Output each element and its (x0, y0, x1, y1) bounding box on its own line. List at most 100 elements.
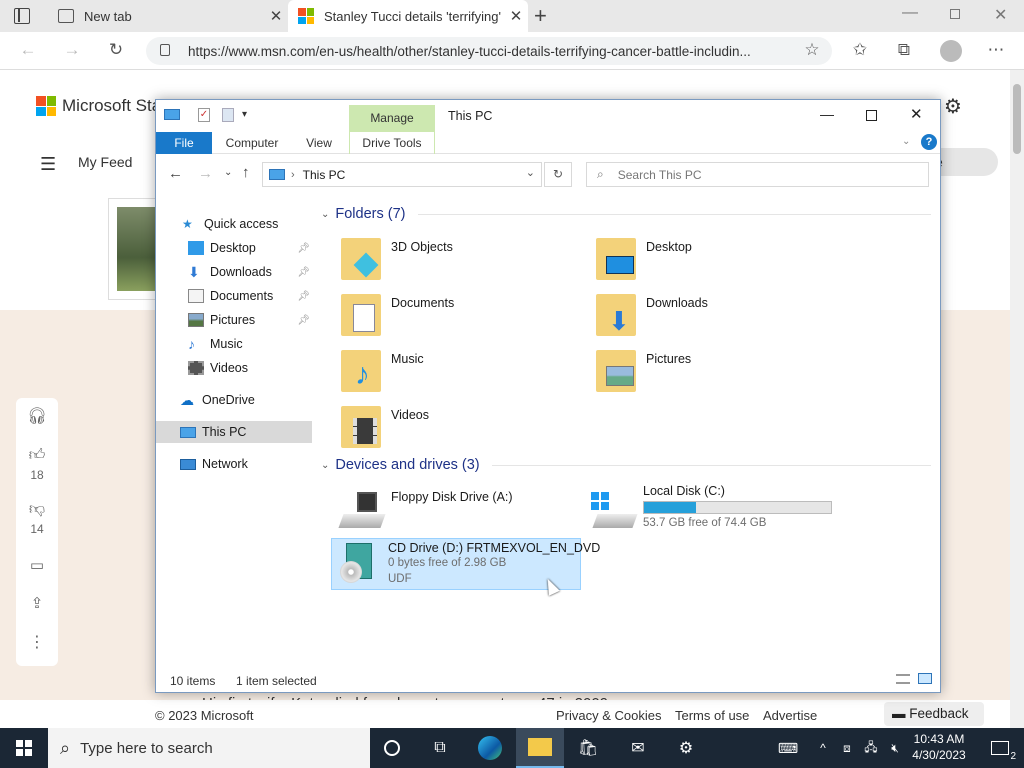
back-icon[interactable]: ← (168, 165, 183, 182)
folder-videos[interactable]: Videos (331, 404, 571, 456)
tab-file[interactable]: File (156, 132, 212, 154)
close-window-icon[interactable]: ✕ (994, 5, 1007, 25)
help-icon[interactable]: ? (921, 134, 937, 150)
tiles-view-icon[interactable] (918, 673, 932, 684)
start-button[interactable] (0, 728, 48, 768)
folder-3d-objects[interactable]: 3D Objects (331, 236, 571, 288)
tray-app-icon[interactable]: ⧈ (834, 728, 860, 768)
close-icon[interactable]: ✕ (910, 105, 923, 123)
quick-access-dropdown-icon[interactable]: ▾ (242, 109, 247, 120)
taskbar-search-box[interactable]: ⌕ Type here to search (48, 728, 370, 768)
feedback-button[interactable]: ▬ Feedback (884, 702, 984, 726)
nav-documents[interactable]: Documents 📌︎ (156, 285, 316, 307)
favorites-icon[interactable]: ✩ (848, 40, 872, 62)
clock[interactable]: 10:43 AM 4/30/2023 (908, 731, 970, 763)
more-icon[interactable]: ⋯ (984, 40, 1008, 62)
film-icon (188, 361, 204, 375)
new-folder-icon[interactable] (222, 108, 234, 122)
nav-pictures[interactable]: Pictures 📌︎ (156, 309, 316, 331)
reload-icon[interactable]: ↻ (104, 40, 128, 62)
minimize-icon[interactable]: — (820, 106, 834, 122)
expand-ribbon-icon[interactable]: ⌄ (902, 136, 910, 147)
folder-documents[interactable]: Documents (331, 292, 571, 344)
privacy-link[interactable]: Privacy & Cookies (556, 708, 661, 723)
like-icon[interactable]: 👍︎ (16, 446, 58, 465)
page-scrollbar[interactable] (1010, 70, 1024, 728)
tab-computer[interactable]: Computer (218, 132, 286, 154)
folder-music[interactable]: ♪ Music (331, 348, 571, 400)
manage-contextual-tab[interactable]: Manage (349, 105, 435, 132)
nav-music[interactable]: ♪ Music (156, 333, 316, 355)
back-icon[interactable]: ← (16, 40, 40, 62)
nav-network[interactable]: Network (156, 453, 316, 475)
breadcrumb[interactable]: › This PC ⌄ (262, 162, 542, 187)
menu-icon[interactable]: ☰ (40, 154, 56, 175)
folder-pictures[interactable]: Pictures (586, 348, 826, 400)
edge-icon[interactable] (466, 728, 514, 768)
minimize-icon[interactable]: — (902, 4, 918, 22)
nav-downloads[interactable]: ⬇ Downloads 📌︎ (156, 261, 316, 283)
keyboard-icon[interactable]: ⌨ (764, 728, 812, 768)
pin-icon: 📌︎ (297, 314, 310, 326)
desktop-icon (188, 241, 204, 255)
tab-msn-article[interactable]: Stanley Tucci details 'terrifying' c ✕ (288, 0, 528, 32)
show-hidden-icons[interactable]: ^ (810, 728, 836, 768)
nav-onedrive[interactable]: ☁ OneDrive (156, 389, 316, 411)
collections-icon[interactable]: ⧉ (892, 40, 916, 62)
tab-new-tab[interactable]: New tab ✕ (48, 0, 288, 32)
headphones-icon[interactable]: 🎧︎ (16, 406, 58, 426)
url-field[interactable]: https://www.msn.com/en-us/health/other/s… (146, 37, 832, 65)
notifications-icon[interactable]: 2 (976, 728, 1024, 768)
cortana-icon[interactable] (368, 728, 416, 768)
share-icon[interactable]: ⇪ (16, 594, 58, 612)
task-view-icon[interactable]: ⧉ (416, 728, 464, 768)
nav-quick-access[interactable]: ★ Quick access (156, 213, 316, 235)
nav-videos[interactable]: Videos (156, 357, 316, 379)
forward-icon[interactable]: → (198, 165, 213, 182)
chevron-down-icon[interactable]: ⌄ (526, 166, 535, 179)
up-icon[interactable]: ↑ (242, 164, 250, 181)
store-icon[interactable]: 🛍︎ (564, 728, 612, 768)
file-explorer-taskbar-icon[interactable] (516, 728, 564, 768)
restore-icon[interactable] (950, 9, 960, 19)
refresh-icon[interactable]: ↻ (544, 162, 572, 187)
network-status-icon[interactable]: 🖧︎ (858, 728, 884, 768)
new-tab-button[interactable]: + (534, 3, 547, 29)
search-input[interactable]: ⌕ Search This PC (586, 162, 929, 187)
volume-muted-icon[interactable]: 🔇︎ (882, 728, 908, 768)
my-feed-link[interactable]: My Feed (78, 154, 132, 170)
comment-icon[interactable]: ▭ (16, 556, 58, 574)
nav-desktop[interactable]: Desktop 📌︎ (156, 237, 316, 259)
drive-local-c[interactable]: Local Disk (C:) 53.7 GB free of 74.4 GB (583, 484, 863, 538)
maximize-icon[interactable] (866, 110, 877, 121)
recent-locations-icon[interactable]: ⌄ (224, 167, 232, 178)
folders-group-header[interactable]: ⌄ Folders (7) (321, 206, 931, 222)
nav-this-pc[interactable]: This PC (156, 421, 312, 443)
terms-link[interactable]: Terms of use (675, 708, 749, 723)
status-bar: 10 items 1 item selected (156, 670, 940, 692)
more-options-icon[interactable]: ⋮ (16, 632, 58, 652)
close-tab-icon[interactable]: ✕ (264, 7, 288, 25)
add-favorite-icon[interactable]: ☆ (800, 40, 824, 62)
tab-actions-icon[interactable] (14, 8, 30, 24)
folder-downloads[interactable]: ⬇ Downloads (586, 292, 826, 344)
house-thumbnail (117, 207, 155, 291)
settings-icon[interactable]: ⚙ (662, 728, 710, 768)
devices-group-header[interactable]: ⌄ Devices and drives (3) (321, 457, 931, 473)
copyright: © 2023 Microsoft (155, 708, 254, 723)
selection-count: 1 item selected (236, 674, 317, 688)
tab-view[interactable]: View (296, 132, 342, 154)
details-view-icon[interactable] (896, 674, 910, 684)
profile-avatar[interactable] (940, 40, 962, 62)
settings-gear-icon[interactable]: ⚙ (944, 94, 962, 119)
dislike-icon[interactable]: 👎︎ (16, 500, 58, 519)
msn-brand[interactable]: Microsoft Sta (36, 96, 161, 116)
tab-drive-tools[interactable]: Drive Tools (349, 132, 435, 154)
folder-desktop[interactable]: Desktop (586, 236, 826, 288)
drive-floppy-a[interactable]: Floppy Disk Drive (A:) (331, 486, 571, 538)
properties-icon[interactable]: ✓ (198, 108, 210, 122)
close-tab-icon[interactable]: ✕ (504, 7, 528, 25)
advertise-link[interactable]: Advertise (763, 708, 817, 723)
mail-icon[interactable]: ✉ (614, 728, 662, 768)
forward-icon[interactable]: → (60, 40, 84, 62)
